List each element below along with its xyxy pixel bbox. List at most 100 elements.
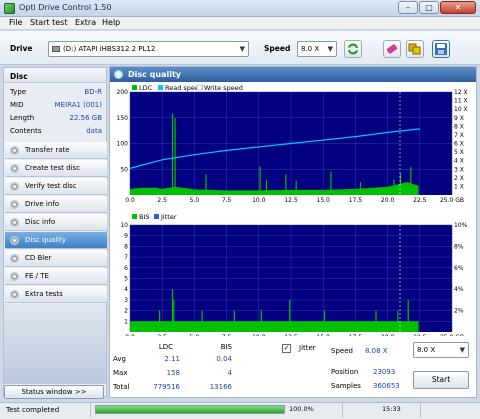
samples-value: 360653 [373,382,400,390]
nav-drive-info[interactable]: Drive info [5,196,107,213]
y-tick-label: 5 [124,276,128,283]
jitter-checkbox[interactable]: ✓ [282,344,291,353]
x-tick-label: 17.5 [349,197,363,204]
status-window-button[interactable]: Status window >> [4,385,104,399]
save-button[interactable] [432,40,450,58]
ldc-spike [265,179,268,195]
drive-select[interactable]: (D:) ATAPI iHBS312 2 PL12 ▼ [48,41,249,57]
nav-label: CD Bler [25,254,52,262]
disc-contents-label: Contents [10,127,42,135]
position-label: Position [331,368,359,376]
disc-icon [10,182,19,191]
y2-tick-label: 9 X [454,115,464,122]
disc-length-label: Length [10,114,35,122]
x-tick-label: 22.5 [413,197,427,204]
y2-tick-label: 7 X [454,132,464,139]
ldc-spike [174,117,176,195]
y2-tick-label: 10% [454,222,468,229]
nav-label: Disc quality [25,236,67,244]
status-separator [342,403,343,417]
disc-icon [10,218,19,227]
y2-tick-label: 5 X [454,149,464,156]
disc-header: Disc [4,68,106,83]
total-bis: 13166 [209,383,232,391]
quality-speed-select-value: 8.0 X [417,346,436,354]
nav-verify-test-disc[interactable]: Verify test disc [5,178,107,195]
y-tick-label: 2 [124,308,128,315]
quality-speed-select[interactable]: 8.0 X ▼ [413,342,469,358]
nav-label: Drive info [25,200,60,208]
nav-create-test-disc[interactable]: Create test disc [5,160,107,177]
close-button[interactable]: ✕ [440,1,476,14]
menu-help[interactable]: Help [102,18,120,27]
menu-start-test[interactable]: Start test [30,18,67,27]
y-tick-label: 10 [120,222,128,229]
progress-bar [95,405,285,414]
max-bis: 4 [227,369,232,377]
disc-mid-value: MEIRA1 (001) [54,101,102,109]
row-total-label: Total [113,383,130,391]
bis-spike [397,310,399,332]
maximize-button[interactable]: □ [419,1,439,14]
refresh-button[interactable] [344,40,362,58]
drive-icon [52,46,60,52]
row-max-label: Max [113,369,128,377]
nav-cd-bler[interactable]: CD Bler [5,250,107,267]
disc-mid-label: MID [10,101,24,109]
bis-spike [159,310,161,332]
x-tick-label: 7.5 [222,334,232,336]
bis-spike [260,310,262,332]
window-title: Opti Drive Control 1.50 [19,3,112,12]
speed-select[interactable]: 8.0 X ▼ [297,41,337,57]
copy-button[interactable] [406,40,424,58]
disc-mid-row: MID MEIRA1 (001) [10,101,102,113]
erase-button[interactable] [383,40,401,58]
disc-length-row: Length 22.56 GB [10,114,102,126]
nav-label: Disc info [25,218,56,226]
x-tick-label: 15.0 [317,197,331,204]
y-tick-label: 6 [124,265,128,272]
total-ldc: 779516 [153,383,180,391]
disc-type-value: BD-R [84,88,102,96]
legend-bis: BIS [139,213,150,221]
nav-disc-info[interactable]: Disc info [5,214,107,231]
jitter-label: Jitter [299,344,316,352]
max-ldc: 158 [166,369,180,377]
nav-label: FE / TE [25,272,49,280]
panel-title: Disc quality [128,70,182,79]
menu-file[interactable]: File [9,18,22,27]
nav-fe-te[interactable]: FE / TE [5,268,107,285]
disc-icon [10,146,19,155]
disc-type-row: Type BD-R [10,88,102,100]
nav-disc-quality[interactable]: Disc quality [5,232,107,249]
menu-extra[interactable]: Extra [75,18,96,27]
bis-spike [375,310,377,332]
ldc-spike [359,182,362,195]
x-tick-label: 2.5 [157,197,167,204]
avg-bis: 0.04 [216,355,232,363]
row-avg-label: Avg [113,355,126,363]
charts-svg: 0.0 2.5 5.0 7.5 10.0 12.5 15.0 17.5 20.0 22.5 25.0… [117,84,468,336]
disc-contents-value: data [86,127,102,135]
disc-quality-panel: Disc quality 0.0 2.5 5.0 7.5 10.0 12.5 15.0 17.… [109,66,477,398]
ldc-spike [205,174,207,195]
bis-spike [201,310,203,332]
nav-extra-tests[interactable]: Extra tests [5,286,107,303]
progress-text: 100.0% [289,405,314,413]
bis-spike [171,289,174,332]
legend-write-speed: Write speed [204,84,243,92]
start-button[interactable]: Start [413,371,469,389]
y2-tick-label: 6 X [454,141,464,148]
bis-spike [289,299,291,332]
y-tick-label: 8 [124,243,128,250]
avg-ldc: 2.11 [164,355,180,363]
x-tick-label: 10.0 [252,197,266,204]
y-tick-label: 9 [124,233,128,240]
ldc-spike [295,180,297,195]
x-tick-label: 10.0 [252,334,266,336]
bis-spike [233,310,235,332]
nav-transfer-rate[interactable]: Transfer rate [5,142,107,159]
y-tick-label: 150 [117,115,129,122]
minimize-button[interactable]: – [398,1,418,14]
status-text: Test completed [6,406,60,414]
